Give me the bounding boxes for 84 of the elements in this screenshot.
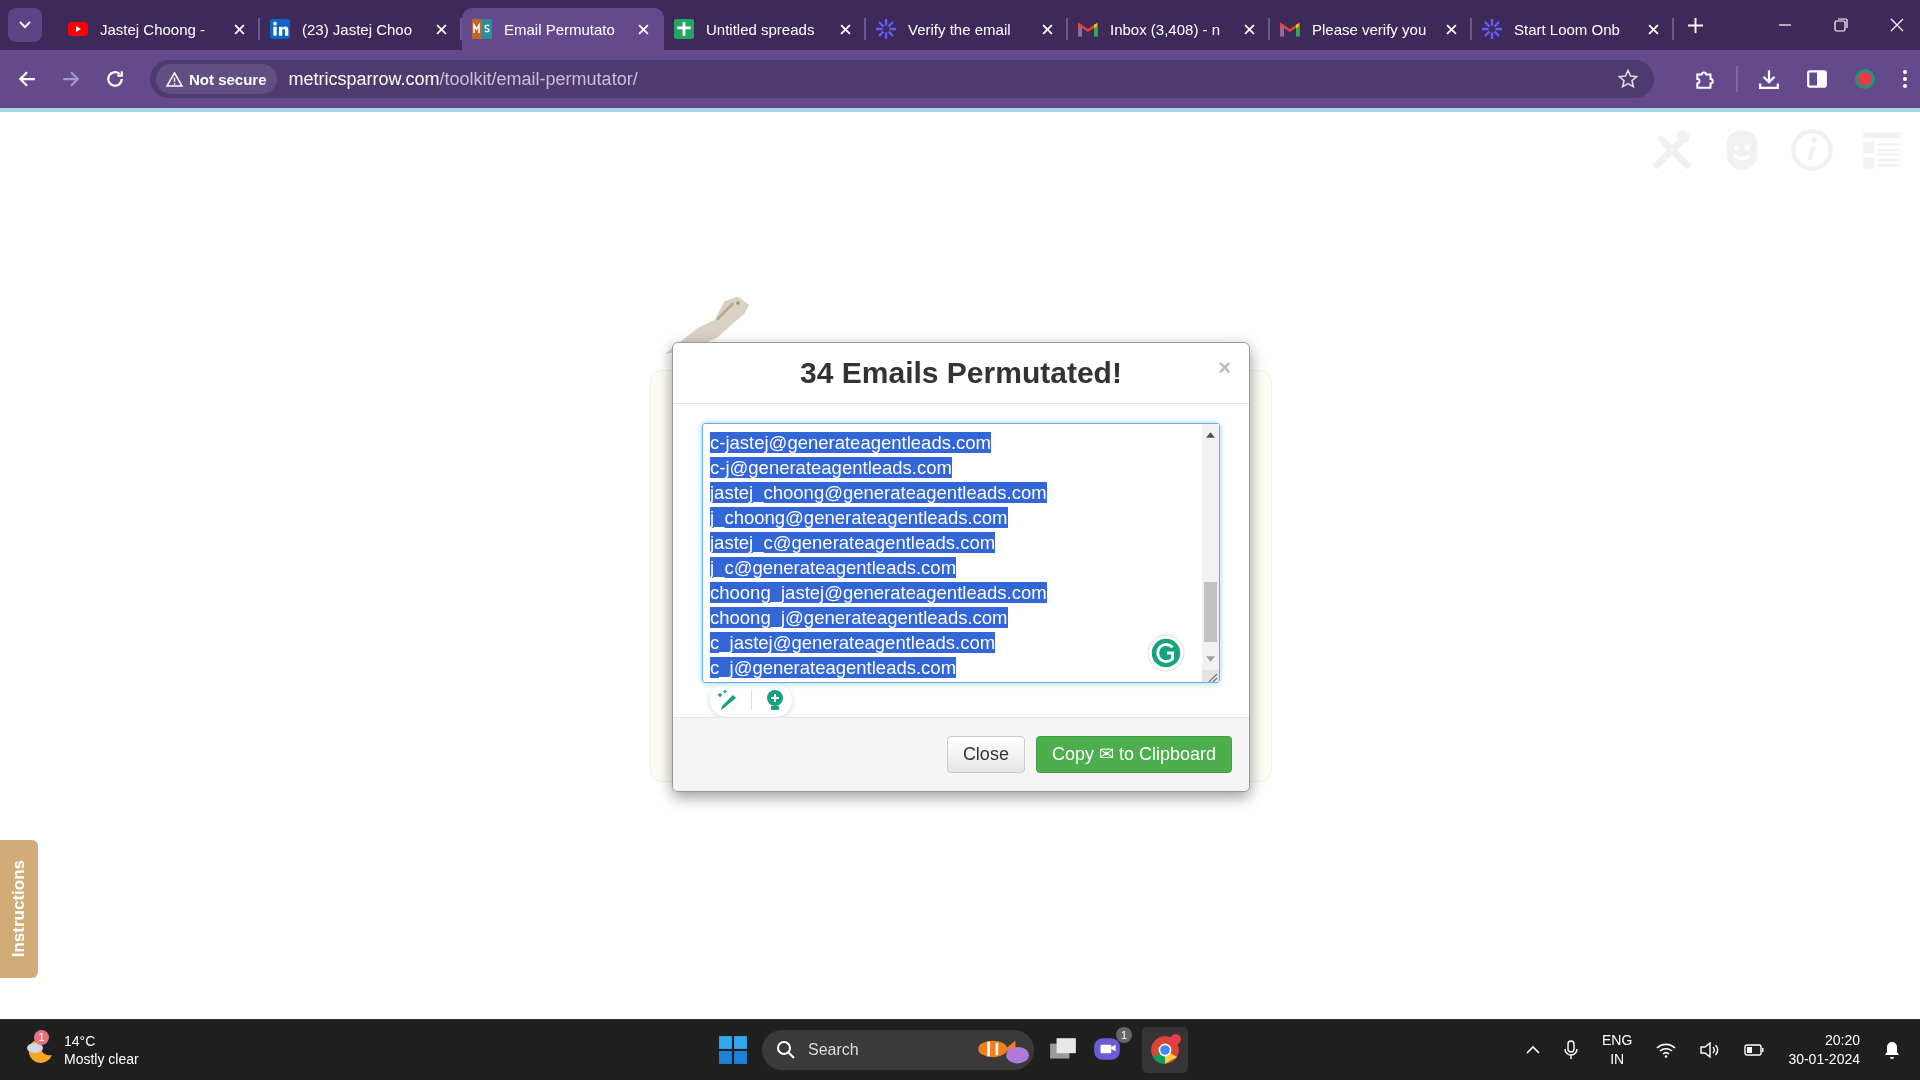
- tab-title: Please verify you: [1312, 20, 1428, 38]
- close-icon[interactable]: [1244, 23, 1255, 35]
- grammar-assistant-icon[interactable]: [1147, 633, 1185, 672]
- tab-title: Verify the email: [908, 20, 1012, 38]
- email-address: c-jastej@generateagentleads.com: [710, 431, 992, 453]
- speaker-icon[interactable]: [1700, 1042, 1721, 1058]
- security-label: Not secure: [189, 70, 267, 88]
- email-address: c_j@generateagentleads.com: [710, 656, 957, 678]
- close-icon[interactable]: [1890, 18, 1904, 32]
- side-panel-icon[interactable]: [1806, 68, 1828, 90]
- close-icon[interactable]: [638, 23, 649, 35]
- scrollbar-thumb[interactable]: [1204, 581, 1217, 642]
- browser-tab[interactable]: Verify the email: [866, 8, 1068, 50]
- dialog-title: 34 Emails Permutated!: [800, 355, 1122, 390]
- tab-title: (23) Jastej Choo: [302, 20, 414, 38]
- starburst-icon: [1482, 19, 1502, 39]
- menu-icon[interactable]: [1902, 68, 1908, 90]
- taskbar-search-field[interactable]: Search: [762, 1030, 1034, 1070]
- close-icon[interactable]: [436, 23, 447, 35]
- restore-icon[interactable]: [1834, 18, 1848, 32]
- battery-icon[interactable]: [1744, 1044, 1765, 1056]
- tab-title: Start Loom Onb: [1514, 20, 1621, 38]
- close-icon[interactable]: [1446, 23, 1457, 35]
- email-address: c-j@generateagentleads.com: [710, 456, 952, 478]
- region-label[interactable]: IN: [1610, 1050, 1625, 1069]
- ms-logo-icon: [472, 19, 492, 39]
- taskbar-app-button[interactable]: [1142, 1027, 1188, 1073]
- close-icon[interactable]: [1648, 23, 1659, 35]
- browser-tab[interactable]: Inbox (3,408) - n: [1068, 8, 1270, 50]
- close-icon[interactable]: [840, 23, 851, 35]
- browser-tab[interactable]: Jastej Choong -: [58, 8, 260, 50]
- close-button[interactable]: Close: [946, 735, 1025, 773]
- close-icon[interactable]: [234, 23, 245, 35]
- resize-grip-icon[interactable]: [1202, 669, 1219, 682]
- browser-tab[interactable]: Untitled spreads: [664, 8, 866, 50]
- weather-condition: Mostly clear: [64, 1050, 139, 1068]
- new-tab-icon[interactable]: [1688, 17, 1703, 33]
- warning-icon: [166, 71, 183, 87]
- email-address: j_c@generateagentleads.com: [710, 556, 957, 578]
- forward-icon[interactable]: [62, 70, 80, 88]
- bell-icon[interactable]: [1884, 1041, 1900, 1059]
- browser-tab[interactable]: Please verify you: [1270, 8, 1472, 50]
- download-icon[interactable]: [1758, 68, 1780, 90]
- chevron-up-icon[interactable]: [1526, 1045, 1541, 1055]
- starburst-icon: [876, 19, 896, 39]
- email-address: jastej_c@generateagentleads.com: [710, 531, 996, 553]
- back-icon[interactable]: [18, 70, 36, 88]
- scrollbar[interactable]: [1202, 423, 1219, 682]
- tab-title: Email Permutato: [504, 20, 616, 38]
- puzzle-icon[interactable]: [1694, 68, 1716, 90]
- email-address: j_choong@generateagentleads.com: [710, 506, 1008, 528]
- chevron-down-icon: [19, 21, 31, 29]
- notification-badge: 1: [34, 1030, 49, 1045]
- email-address: choong_j@generateagentleads.com: [710, 606, 1008, 628]
- search-icon: [776, 1040, 796, 1060]
- address-bar[interactable]: Not secure metricsparrow.com/toolkit/email-permutator/: [150, 60, 1654, 98]
- tab-title: Inbox (3,408) - n: [1110, 20, 1222, 38]
- email-list-field[interactable]: [702, 422, 1220, 683]
- notification-badge: 1: [1116, 1027, 1132, 1043]
- bookmark-star-icon[interactable]: [1618, 69, 1638, 89]
- scroll-up-icon[interactable]: [1206, 431, 1215, 438]
- clock-time[interactable]: 20:20: [1824, 1031, 1860, 1050]
- tab-search-button[interactable]: [8, 8, 42, 42]
- url-text: metricsparrow.com/toolkit/email-permutator/: [288, 68, 639, 90]
- windows-start-icon[interactable]: [718, 1035, 748, 1065]
- browser-tab[interactable]: (23) Jastej Choo: [260, 8, 462, 50]
- in-logo-icon: [270, 19, 290, 39]
- temperature: 14°C: [64, 1032, 97, 1050]
- wifi-icon[interactable]: [1656, 1042, 1677, 1058]
- clock-date[interactable]: 30-01-2024: [1788, 1050, 1860, 1069]
- email-address: choong_jastej@generateagentleads.com: [710, 581, 1047, 603]
- tab-title: Untitled spreads: [706, 20, 816, 38]
- email-address: c_jastej@generateagentleads.com: [710, 631, 996, 653]
- video-play-icon: [68, 19, 88, 39]
- spreadsheet-icon: [674, 19, 694, 39]
- browser-tab[interactable]: Email Permutato: [462, 8, 664, 50]
- language-label[interactable]: ENG: [1602, 1031, 1633, 1050]
- microphone-icon[interactable]: [1564, 1040, 1579, 1060]
- close-icon[interactable]: [1042, 23, 1053, 35]
- tab-title: Jastej Choong -: [100, 20, 207, 38]
- security-chip[interactable]: Not secure: [156, 64, 277, 94]
- email-address: jastej_choong@generateagentleads.com: [710, 481, 1047, 503]
- browser-tab[interactable]: Start Loom Onb: [1472, 8, 1674, 50]
- reload-icon[interactable]: [106, 70, 124, 88]
